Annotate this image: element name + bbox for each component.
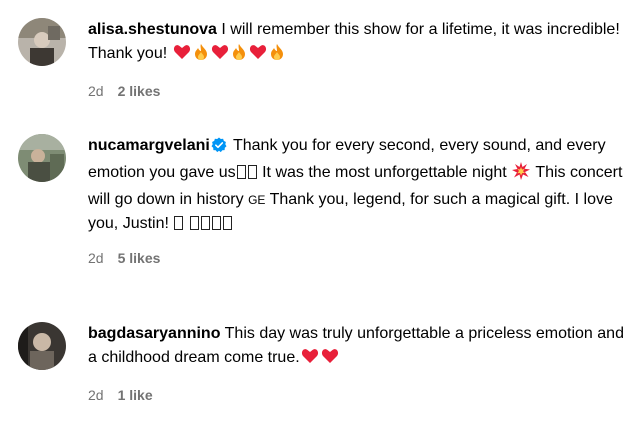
missing-glyph-icon [236, 165, 246, 179]
fire-emoji-icon [193, 43, 209, 69]
avatar[interactable] [18, 322, 66, 370]
comment-username[interactable]: alisa.shestunova [88, 21, 217, 38]
comment-text: bagdasaryannino This day was truly unfor… [88, 322, 630, 373]
missing-glyph-icon [200, 216, 210, 230]
heart-emoji-icon [211, 43, 229, 69]
avatar[interactable] [18, 134, 66, 182]
verified-badge-icon [211, 137, 227, 161]
comment-username[interactable]: bagdasaryannino [88, 325, 220, 342]
comment-text: alisa.shestunova I will remember this sh… [88, 18, 630, 69]
comment-age: 2d [88, 83, 104, 99]
heart-emoji-icon [301, 347, 319, 373]
comment-age: 2d [88, 250, 104, 266]
missing-glyph-icon [222, 216, 232, 230]
comment-body: It was the most unforgettable night [262, 164, 507, 181]
collision-emoji-icon [512, 162, 531, 188]
comment-username[interactable]: nucamargvelani [88, 137, 210, 154]
comment-text: nucamargvelani Thank you for every secon… [88, 134, 630, 236]
avatar[interactable] [18, 18, 66, 66]
comment-meta: 2d 2 likes [88, 83, 630, 99]
missing-glyph-icon [211, 216, 221, 230]
heart-emoji-icon [321, 347, 339, 373]
likes-count[interactable]: 2 likes [118, 83, 161, 99]
flag-code: GE [248, 193, 266, 207]
likes-count[interactable]: 5 likes [118, 250, 161, 266]
heart-emoji-icon [173, 43, 191, 69]
likes-count[interactable]: 1 like [118, 387, 153, 403]
comment-age: 2d [88, 387, 104, 403]
comment-content: bagdasaryannino This day was truly unfor… [88, 322, 630, 403]
comment-content: nucamargvelani Thank you for every secon… [88, 134, 630, 266]
missing-glyph-icon [189, 216, 199, 230]
missing-glyph-icon [174, 216, 184, 230]
comment-meta: 2d 5 likes [88, 250, 630, 266]
fire-emoji-icon [231, 43, 247, 69]
missing-glyph-icon [247, 165, 257, 179]
fire-emoji-icon [269, 43, 285, 69]
comment-content: alisa.shestunova I will remember this sh… [88, 18, 630, 99]
heart-emoji-icon [249, 43, 267, 69]
comment-meta: 2d 1 like [88, 387, 630, 403]
